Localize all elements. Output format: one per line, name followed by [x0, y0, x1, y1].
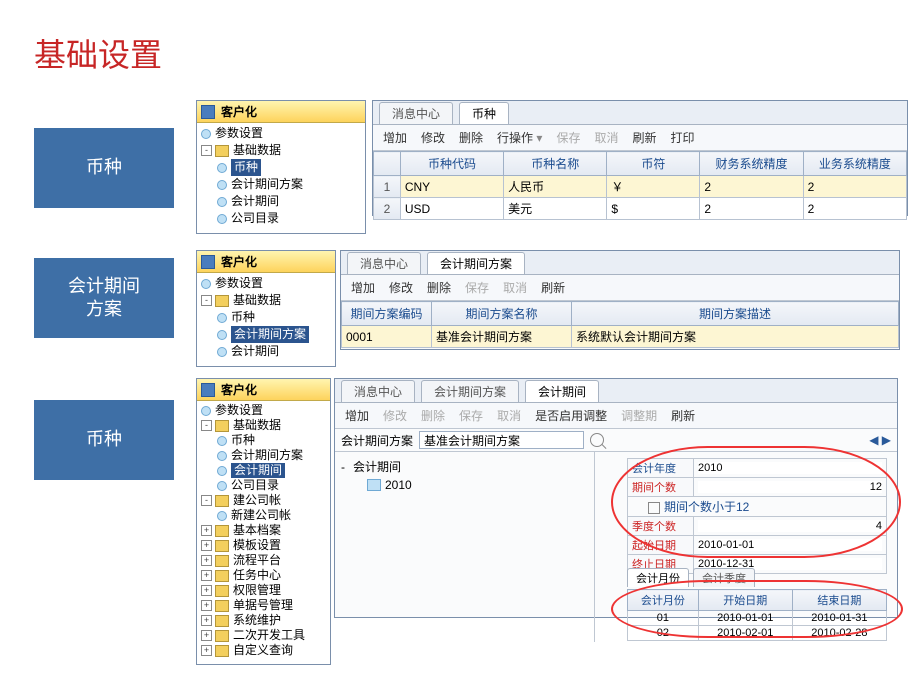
table-row[interactable]: 0001基准会计期间方案系统默认会计期间方案	[342, 326, 899, 348]
col-plan-code[interactable]: 期间方案编码	[342, 302, 432, 326]
tab-currency[interactable]: 币种	[459, 102, 509, 124]
side-btn-period-plan[interactable]: 会计期间 方案	[34, 258, 174, 338]
tb-del[interactable]: 删除	[421, 407, 445, 424]
grid-icon	[201, 105, 215, 119]
table-row[interactable]: 022010-02-012010-02-28	[628, 626, 887, 641]
tree-item-currency[interactable]: 币种	[231, 309, 255, 326]
tab-plan[interactable]: 会计期间方案	[427, 252, 525, 274]
tree-item-period[interactable]: 会计期间	[231, 193, 279, 210]
count-input[interactable]	[698, 481, 882, 493]
side-btn-currency[interactable]: 币种	[34, 128, 174, 208]
tree-panel-3: 客户化 参数设置 -基础数据 币种 会计期间方案 会计期间 公司目录 -建公司帐…	[196, 378, 331, 665]
tb-refresh[interactable]: 刷新	[541, 279, 565, 296]
main-panel-1: 消息中心 币种 增加 修改 删除 行操作 ▾ 保存 取消 刷新 打印 币种代码 …	[372, 100, 908, 216]
pager[interactable]: ◀ ▶	[869, 433, 891, 447]
grid-icon	[201, 255, 215, 269]
tree-3[interactable]: 参数设置 -基础数据 币种 会计期间方案 会计期间 公司目录 -建公司帐 新建公…	[197, 401, 330, 664]
tree-item-period[interactable]: 会计期间	[231, 343, 279, 360]
tb-save[interactable]: 保存	[465, 279, 489, 296]
node-icon	[201, 129, 211, 139]
tab-msg[interactable]: 消息中心	[379, 102, 453, 124]
col-fin[interactable]: 财务系统精度	[700, 152, 803, 176]
tree-item-param[interactable]: 参数设置	[215, 125, 263, 142]
tree-item-param[interactable]: 参数设置	[215, 275, 263, 292]
tb-adjust[interactable]: 调整期	[621, 407, 657, 424]
year-input[interactable]	[698, 462, 882, 474]
col-name[interactable]: 币种名称	[504, 152, 607, 176]
folder-icon	[215, 145, 229, 157]
table-row[interactable]: 1CNY人民币￥22	[374, 176, 907, 198]
file-icon	[367, 479, 381, 491]
tb-del[interactable]: 删除	[427, 279, 451, 296]
tree-2[interactable]: 参数设置 -基础数据 币种 会计期间方案 会计期间	[197, 273, 335, 366]
grid-icon	[201, 383, 215, 397]
col-plan-name[interactable]: 期间方案名称	[432, 302, 572, 326]
tree-item-company[interactable]: 公司目录	[231, 210, 279, 227]
tab-month[interactable]: 会计月份	[627, 568, 689, 587]
tab-msg[interactable]: 消息中心	[341, 380, 415, 402]
tb-cancel[interactable]: 取消	[497, 407, 521, 424]
tb-refresh[interactable]: 刷新	[671, 407, 695, 424]
tb-save[interactable]: 保存	[556, 129, 580, 146]
tree-item-base[interactable]: 基础数据	[233, 292, 281, 309]
checkbox[interactable]	[648, 502, 660, 514]
node-icon	[217, 180, 227, 190]
month-grid: 会计月份开始日期结束日期 012010-01-012010-01-31 0220…	[627, 589, 887, 641]
toolbar-1: 增加 修改 删除 行操作 ▾ 保存 取消 刷新 打印	[373, 125, 907, 151]
tb-edit[interactable]: 修改	[389, 279, 413, 296]
tab-quarter[interactable]: 会计季度	[693, 568, 755, 587]
tb-refresh[interactable]: 刷新	[632, 129, 656, 146]
period-tree[interactable]: -会计期间 2010	[335, 452, 595, 642]
chevron-down-icon: ▾	[536, 131, 542, 145]
tb-print[interactable]: 打印	[670, 129, 694, 146]
tb-cancel[interactable]: 取消	[503, 279, 527, 296]
col-plan-desc[interactable]: 期间方案描述	[572, 302, 899, 326]
side-btn-currency-2[interactable]: 币种	[34, 400, 174, 480]
period-form: 会计年度 期间个数 期间个数小于12 季度个数 起始日期 终止日期	[627, 458, 887, 574]
tree-item-base[interactable]: 基础数据	[233, 142, 281, 159]
tb-add[interactable]: 增加	[383, 129, 407, 146]
start-date-input[interactable]	[698, 539, 882, 551]
tab-period[interactable]: 会计期间	[525, 380, 599, 402]
col-biz[interactable]: 业务系统精度	[803, 152, 906, 176]
node-icon	[217, 197, 227, 207]
col-sym[interactable]: 币符	[607, 152, 700, 176]
node-icon	[217, 214, 227, 224]
tb-add[interactable]: 增加	[351, 279, 375, 296]
col-code[interactable]: 币种代码	[400, 152, 503, 176]
main-panel-3: 消息中心 会计期间方案 会计期间 增加 修改 删除 保存 取消 是否启用调整 调…	[334, 378, 898, 618]
page-title: 基础设置	[34, 30, 162, 76]
tree-1[interactable]: 参数设置 - 基础数据 币种 会计期间方案 会计期间 公司目录	[197, 123, 365, 233]
table-row[interactable]: 012010-01-012010-01-31	[628, 611, 887, 626]
tb-op[interactable]: 行操作 ▾	[497, 129, 542, 146]
node-icon	[217, 163, 227, 173]
tab-plan[interactable]: 会计期间方案	[421, 380, 519, 402]
tab-msg[interactable]: 消息中心	[347, 252, 421, 274]
plan-label: 会计期间方案	[341, 432, 413, 449]
search-icon[interactable]	[590, 433, 604, 447]
collapse-icon[interactable]: -	[201, 145, 212, 156]
tree-item-currency[interactable]: 币种	[231, 159, 261, 176]
main-panel-2: 消息中心 会计期间方案 增加 修改 删除 保存 取消 刷新 期间方案编码 期间方…	[340, 250, 900, 350]
tb-cancel[interactable]: 取消	[594, 129, 618, 146]
tree-item-period-plan[interactable]: 会计期间方案	[231, 176, 303, 193]
tb-edit[interactable]: 修改	[421, 129, 445, 146]
quarter-input[interactable]	[698, 520, 882, 532]
currency-grid: 币种代码 币种名称 币符 财务系统精度 业务系统精度 1CNY人民币￥22 2U…	[373, 151, 907, 220]
tb-save[interactable]: 保存	[459, 407, 483, 424]
tb-del[interactable]: 删除	[459, 129, 483, 146]
plan-grid: 期间方案编码 期间方案名称 期间方案描述 0001基准会计期间方案系统默认会计期…	[341, 301, 899, 348]
tb-edit[interactable]: 修改	[383, 407, 407, 424]
table-row[interactable]: 2USD美元$22	[374, 198, 907, 220]
year-node[interactable]: 2010	[385, 476, 412, 494]
tree-header: 客户化	[197, 101, 365, 123]
tb-add[interactable]: 增加	[345, 407, 369, 424]
tree-item-period-plan[interactable]: 会计期间方案	[231, 326, 309, 343]
tree-panel-2: 客户化 参数设置 -基础数据 币种 会计期间方案 会计期间	[196, 250, 336, 367]
tree-panel-1: 客户化 参数设置 - 基础数据 币种 会计期间方案 会计期间 公司目录	[196, 100, 366, 234]
tb-enable[interactable]: 是否启用调整	[535, 407, 607, 424]
plan-input[interactable]	[419, 431, 584, 449]
